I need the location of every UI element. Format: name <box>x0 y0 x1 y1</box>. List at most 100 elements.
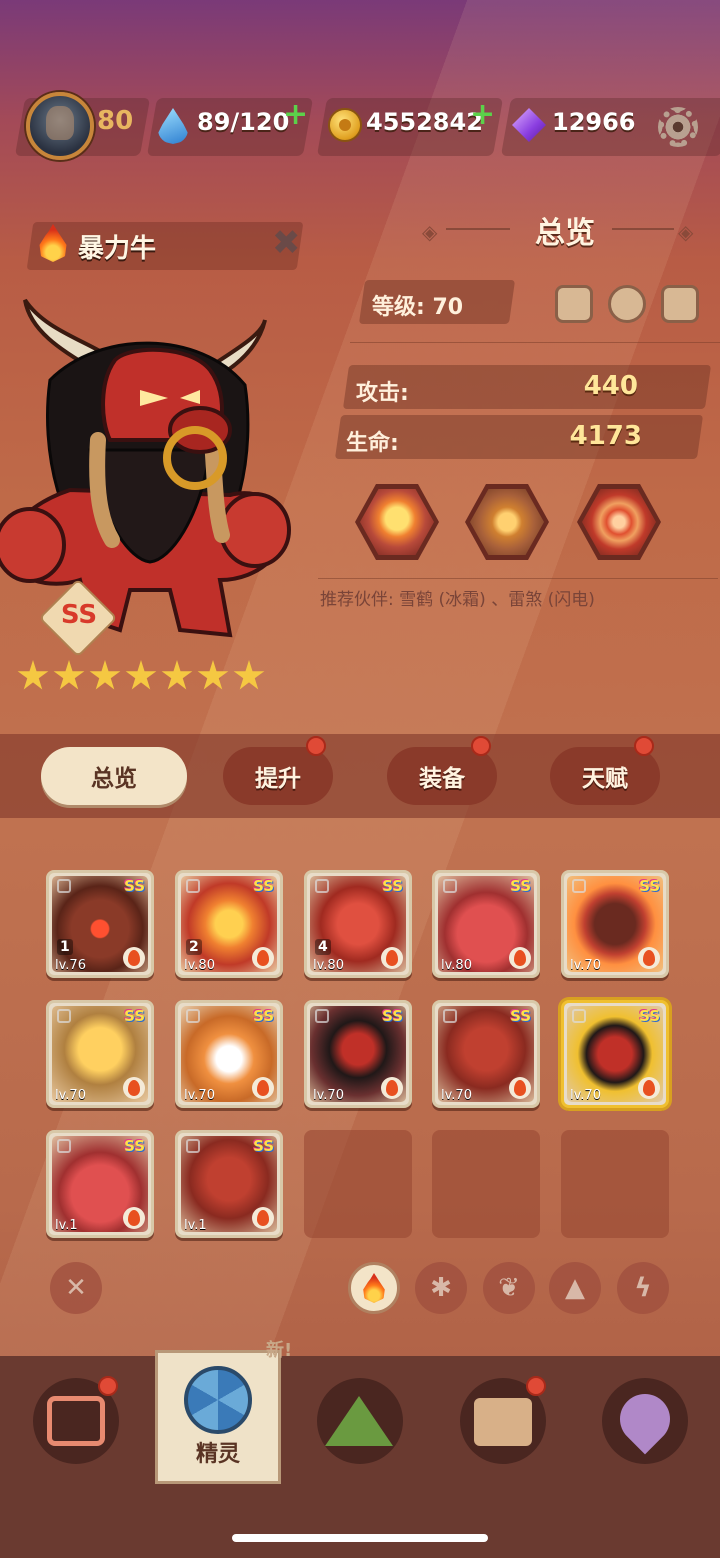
ornament-right-icon: ◈ <box>678 220 694 244</box>
chest-icon <box>474 1398 532 1446</box>
lock-icon <box>57 1009 71 1023</box>
skill-slot[interactable] <box>355 484 439 560</box>
fire-element-icon <box>252 947 274 969</box>
ornament-line-right <box>612 228 674 230</box>
attack-label: 攻击: <box>356 381 409 406</box>
star-icon <box>233 660 265 690</box>
lock-icon[interactable] <box>661 285 699 323</box>
lock-icon <box>186 879 200 893</box>
notification-dot <box>306 736 326 756</box>
star-icon <box>17 660 49 690</box>
player-avatar[interactable] <box>26 92 94 160</box>
creature-card[interactable]: SS lv.1 <box>175 1130 283 1238</box>
fire-icon <box>363 1273 385 1303</box>
divider <box>350 342 720 343</box>
hero-bull-portrait <box>0 298 291 638</box>
fire-element-icon <box>252 1207 274 1229</box>
new-tag: 新! <box>266 1340 293 1361</box>
gem-value: 12966 <box>552 108 636 136</box>
notification-dot <box>634 736 654 756</box>
card-level: lv.76 <box>55 958 86 973</box>
leaf-filter-icon[interactable]: ❦ <box>483 1262 535 1314</box>
creature-card[interactable]: SS lv.80 <box>432 870 540 978</box>
lock-icon <box>572 1009 586 1023</box>
overview-title: 总览 <box>535 216 595 251</box>
fire-element-icon <box>638 947 660 969</box>
circle-icon[interactable] <box>608 285 646 323</box>
fire-filter-icon[interactable] <box>348 1262 400 1314</box>
card-rank: SS <box>124 1007 145 1025</box>
lock-icon <box>315 879 329 893</box>
add-stamina-icon[interactable]: + <box>283 100 308 130</box>
creature-card[interactable]: SS lv.70 <box>561 870 669 978</box>
card-rank: SS <box>382 1007 403 1025</box>
card-level: lv.70 <box>55 1088 86 1103</box>
skill-claw-icon <box>470 489 544 555</box>
team-slot-number: 2 <box>186 939 202 955</box>
creature-card[interactable]: SS 4 lv.80 <box>304 870 412 978</box>
star-rating <box>17 660 265 692</box>
fire-element-icon <box>252 1077 274 1099</box>
lock-icon <box>186 1139 200 1153</box>
creature-card[interactable]: SS 2 lv.80 <box>175 870 283 978</box>
creature-card[interactable]: SS 1 lv.76 <box>46 870 154 978</box>
card-level: lv.70 <box>570 1088 601 1103</box>
creature-card[interactable]: SS lv.1 <box>46 1130 154 1238</box>
card-level: lv.70 <box>441 1088 472 1103</box>
add-gold-icon[interactable]: + <box>470 100 495 130</box>
creature-card[interactable]: SS lv.70 <box>432 1000 540 1108</box>
ornament-line-left <box>446 228 510 230</box>
lock-icon <box>57 879 71 893</box>
creature-card[interactable]: SS lv.70 <box>561 1000 669 1108</box>
creature-card[interactable]: SS lv.70 <box>304 1000 412 1108</box>
hp-value: 4173 <box>569 421 642 451</box>
snowflake-filter-icon[interactable]: ✱ <box>415 1262 467 1314</box>
star-icon <box>53 660 85 690</box>
nav-spirit-label: 精灵 <box>195 1442 240 1467</box>
notification-dot <box>98 1376 118 1396</box>
creature-card[interactable]: SS lv.70 <box>46 1000 154 1108</box>
card-rank: SS <box>253 1137 274 1155</box>
creature-card[interactable]: SS lv.70 <box>175 1000 283 1108</box>
fire-element-icon <box>638 1077 660 1099</box>
card-rank: SS <box>253 877 274 895</box>
nav-adventure[interactable] <box>317 1378 403 1464</box>
fire-element-icon <box>381 947 403 969</box>
star-icon <box>89 660 121 690</box>
lock-icon <box>57 1139 71 1153</box>
shop-monitor-icon <box>47 1396 105 1446</box>
empty-card-slot <box>304 1130 412 1238</box>
fire-element-icon <box>123 1207 145 1229</box>
empty-card-slot <box>561 1130 669 1238</box>
fire-element-icon <box>509 1077 531 1099</box>
rock-filter-icon[interactable]: ▲ <box>549 1262 601 1314</box>
star-icon <box>125 660 157 690</box>
nav-map[interactable] <box>602 1378 688 1464</box>
card-level: lv.70 <box>570 958 601 973</box>
hero-name-plate <box>26 222 304 270</box>
fire-element-icon <box>123 1077 145 1099</box>
tab-overview[interactable]: 总览 <box>41 747 187 805</box>
lock-icon <box>572 879 586 893</box>
flag-icon[interactable] <box>555 285 593 323</box>
skill-slot[interactable] <box>577 484 661 560</box>
notification-dot <box>526 1376 546 1396</box>
card-rank: SS <box>124 877 145 895</box>
card-level: lv.80 <box>184 958 215 973</box>
card-rank: SS <box>510 1007 531 1025</box>
hero-name: 暴力牛 <box>78 234 157 264</box>
lock-icon <box>443 1009 457 1023</box>
close-icon[interactable]: ✖ <box>272 226 301 260</box>
map-pin-icon <box>609 1383 681 1455</box>
lightning-filter-icon[interactable]: ϟ <box>617 1262 669 1314</box>
team-slot-number: 1 <box>57 939 73 955</box>
recommended-partners: 推荐伙伴: 雪鹤 (冰霜) 、雷煞 (闪电) <box>320 590 595 610</box>
lock-icon <box>186 1009 200 1023</box>
clear-filter-close-icon[interactable]: ✕ <box>50 1262 102 1314</box>
skill-vortex-icon <box>582 489 656 555</box>
card-rank: SS <box>510 877 531 895</box>
card-level: lv.80 <box>313 958 344 973</box>
skill-slot[interactable] <box>465 484 549 560</box>
gold-value: 4552842 <box>366 108 483 136</box>
settings-gear-icon[interactable] <box>658 107 698 147</box>
